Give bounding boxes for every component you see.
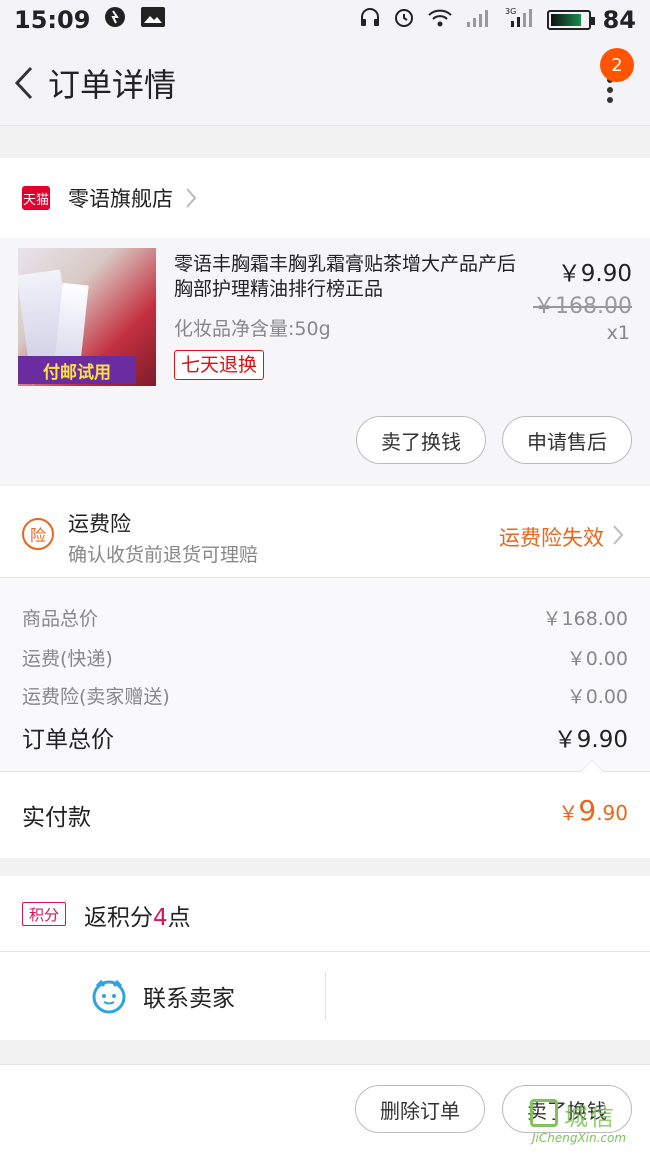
contact-row: 联系卖家 bbox=[0, 952, 650, 1040]
product-spec: 化妆品净含量:50g bbox=[174, 318, 331, 340]
back-arrow-icon bbox=[14, 66, 33, 99]
fee-label: 商品总价 bbox=[22, 608, 99, 630]
fee-row-insurance: 运费险(卖家赠送) ￥0.00 bbox=[22, 682, 628, 709]
watermark-url: JiChengXin.com bbox=[532, 1131, 627, 1145]
contact-seller-label: 联系卖家 bbox=[143, 986, 235, 1012]
points-value: 4 bbox=[153, 905, 168, 931]
order-total-label: 订单总价 bbox=[22, 727, 114, 753]
status-bar: 15:09 3G 84 bbox=[0, 0, 650, 40]
points-text: 返积分4点 bbox=[84, 905, 191, 931]
shop-name: 零语旗舰店 bbox=[68, 187, 173, 211]
paid-currency: ￥ bbox=[558, 801, 579, 825]
fee-label: 运费险(卖家赠送) bbox=[22, 686, 170, 708]
sell-for-cash-button[interactable]: 卖了换钱 bbox=[356, 416, 486, 464]
contact-seller-button[interactable]: 联系卖家 bbox=[0, 952, 326, 1040]
nav-bar: 订单详情 2 bbox=[0, 40, 650, 126]
product-price: ￥9.90 bbox=[557, 261, 632, 287]
thumb-ribbon: 付邮试用 bbox=[18, 356, 136, 384]
signal-3g-icon: 3G bbox=[505, 6, 535, 34]
battery-level: 84 bbox=[602, 6, 636, 34]
alarm-icon bbox=[393, 6, 415, 34]
pointer-caret bbox=[580, 760, 604, 772]
points-row: 积分 返积分4点 bbox=[0, 876, 650, 952]
wifi-icon bbox=[427, 6, 453, 34]
watermark-logo-icon bbox=[530, 1099, 558, 1127]
image-notification-icon bbox=[140, 6, 166, 34]
delete-order-button[interactable]: 删除订单 bbox=[355, 1085, 485, 1133]
paid-label: 实付款 bbox=[22, 805, 91, 831]
back-button[interactable] bbox=[2, 40, 46, 126]
headphone-icon bbox=[359, 6, 381, 34]
tmall-logo: 天猫 bbox=[22, 186, 50, 210]
fee-value: ￥0.00 bbox=[566, 686, 628, 708]
status-time: 15:09 bbox=[14, 6, 91, 34]
return-policy-tag: 七天退换 bbox=[174, 350, 265, 380]
order-total-row: 订单总价 ￥9.90 bbox=[22, 720, 628, 754]
fee-label: 运费(快递) bbox=[22, 648, 113, 670]
fee-value: ￥168.00 bbox=[542, 608, 628, 630]
notification-badge: 2 bbox=[600, 48, 634, 82]
chat-face-icon bbox=[92, 979, 126, 1014]
svg-text:3G: 3G bbox=[505, 7, 516, 16]
product-original-price: ￥168.00 bbox=[533, 294, 632, 319]
chevron-right-icon bbox=[186, 188, 197, 208]
page-title: 订单详情 bbox=[48, 65, 177, 104]
insurance-status: 运费险失效 bbox=[499, 526, 604, 550]
watermark: 城信 JiChengXin.com bbox=[530, 1099, 648, 1151]
divider bbox=[325, 972, 326, 1020]
vpn-icon bbox=[104, 6, 126, 34]
paid-decimal: .90 bbox=[596, 801, 628, 825]
product-thumbnail[interactable]: 付邮试用 bbox=[18, 248, 156, 386]
product-quantity: x1 bbox=[606, 322, 630, 344]
fee-row-subtotal: 商品总价 ￥168.00 bbox=[22, 604, 628, 631]
bottom-action-bar: 删除订单 卖了换钱 城信 JiChengXin.com bbox=[0, 1064, 650, 1155]
shipping-insurance-row[interactable]: 险 运费险 确认收货前退货可理赔 运费险失效 bbox=[0, 486, 650, 578]
fee-row-shipping: 运费(快递) ￥0.00 bbox=[22, 644, 628, 671]
after-sale-button[interactable]: 申请售后 bbox=[502, 416, 632, 464]
paid-amount-row: 实付款 ￥9.90 bbox=[0, 772, 650, 858]
watermark-text: 城信 bbox=[564, 1103, 616, 1131]
shop-row[interactable]: 天猫 零语旗舰店 bbox=[0, 158, 650, 238]
order-item[interactable]: 付邮试用 零语丰胸霜丰胸乳霜膏贴茶增大产品产后胸部护理精油排行榜正品 化妆品净含… bbox=[0, 238, 650, 484]
fee-summary: 商品总价 ￥168.00 运费(快递) ￥0.00 运费险(卖家赠送) ￥0.0… bbox=[0, 578, 650, 772]
battery-icon bbox=[546, 10, 595, 30]
order-total-value: ￥9.90 bbox=[553, 727, 628, 753]
fee-value: ￥0.00 bbox=[566, 648, 628, 670]
product-title: 零语丰胸霜丰胸乳霜膏贴茶增大产品产后胸部护理精油排行榜正品 bbox=[174, 253, 517, 300]
points-icon: 积分 bbox=[22, 902, 66, 926]
insurance-icon: 险 bbox=[22, 518, 54, 550]
insurance-title: 运费险 bbox=[68, 512, 131, 536]
signal-icon bbox=[465, 6, 493, 34]
paid-amount: ￥9.90 bbox=[558, 794, 628, 827]
paid-integer: 9 bbox=[578, 794, 597, 827]
insurance-subtitle: 确认收货前退货可理赔 bbox=[68, 544, 259, 566]
chevron-right-icon bbox=[613, 525, 624, 545]
